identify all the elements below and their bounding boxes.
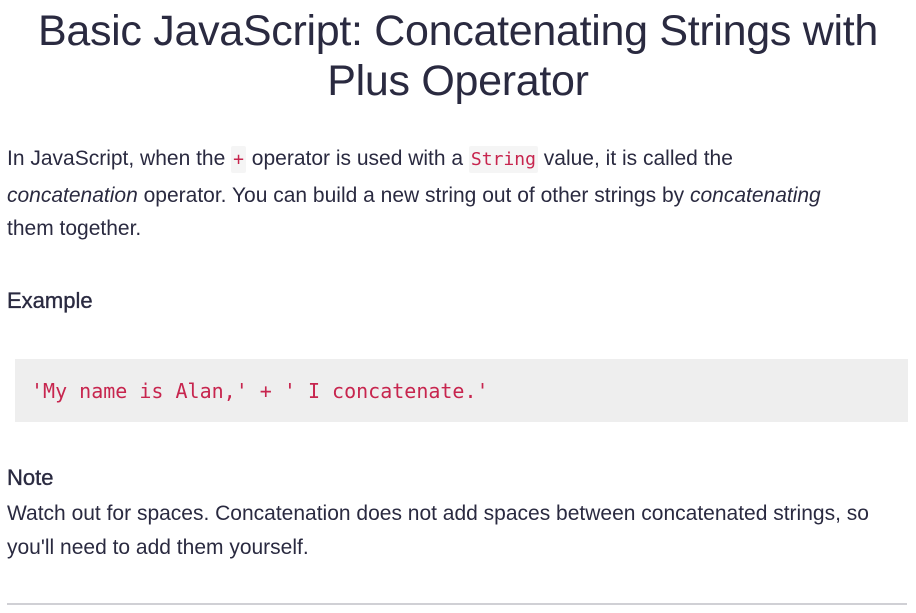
lesson-description: In JavaScript, when the + operator is us…: [7, 141, 912, 247]
description-after-string: value, it is called the: [537, 147, 733, 170]
concatenating-term: concatenating: [689, 184, 821, 207]
description-line-2: concatenation operator. You can build a …: [7, 178, 912, 214]
plus-operator-code: +: [231, 146, 246, 173]
lesson-title: Basic JavaScript: Concatenating Strings …: [37, 7, 879, 105]
description-sentence-2: operator. You can build a new string out…: [137, 184, 690, 207]
concatenation-term: concatenation: [7, 184, 138, 207]
description-intro: In JavaScript, when the: [7, 147, 232, 170]
description-mid: operator is used with a: [245, 147, 469, 170]
note-text: Watch out for spaces. Concatenation does…: [7, 502, 869, 559]
example-heading: Example: [7, 288, 93, 313]
description-ending: them together.: [7, 217, 142, 240]
divider: [7, 603, 907, 605]
description-line-1: In JavaScript, when the + operator is us…: [7, 141, 912, 178]
example-code: 'My name is Alan,' + ' I concatenate.': [31, 378, 489, 403]
note-heading: Note: [7, 465, 54, 490]
string-type-code: String: [468, 146, 538, 173]
example-code-block: 'My name is Alan,' + ' I concatenate.': [15, 359, 908, 422]
